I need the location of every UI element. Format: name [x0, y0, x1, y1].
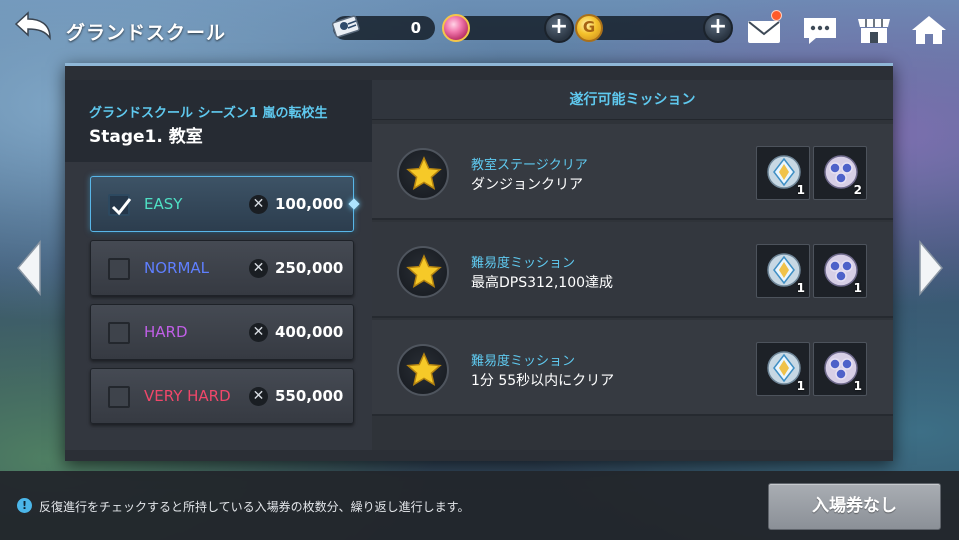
reward-orbs[interactable]: 2 — [813, 146, 867, 200]
chat-button[interactable] — [800, 12, 840, 48]
home-icon — [912, 16, 946, 44]
stage-header: グランドスクール シーズン1 嵐の転校生 Stage1. 教室 — [65, 80, 372, 162]
reward-quantity: 1 — [796, 183, 805, 197]
gold-counter: G + — [575, 13, 733, 43]
stage-name: Stage1. 教室 — [89, 127, 203, 147]
back-arrow-icon — [14, 11, 51, 41]
reward-quantity: 1 — [853, 281, 862, 295]
home-button[interactable] — [909, 12, 949, 48]
season-name: グランドスクール シーズン1 嵐の転校生 — [89, 106, 328, 121]
mission-category: 難易度ミッション — [471, 256, 576, 271]
cost-multiplier-icon: ✕ — [249, 387, 268, 406]
reward-quantity: 1 — [853, 379, 862, 393]
star-icon — [406, 254, 442, 288]
mission-item: 難易度ミッション 最高DPS312,100達成 1 1 — [372, 222, 893, 318]
next-stage-arrow[interactable] — [916, 239, 946, 297]
reward-quantity: 1 — [796, 379, 805, 393]
reward-quantity: 1 — [796, 281, 805, 295]
reward-crystal[interactable]: 1 — [756, 146, 810, 200]
ticket-count: 0 — [410, 19, 421, 37]
difficulty-very-hard[interactable]: VERY HARD ✕ 550,000 — [90, 368, 354, 424]
checkmark-icon — [111, 198, 132, 216]
difficulty-checkbox[interactable] — [108, 322, 130, 344]
gold-coin-icon: G — [575, 14, 603, 42]
difficulty-label: VERY HARD — [144, 387, 231, 405]
cost-multiplier-icon: ✕ — [249, 323, 268, 342]
mission-description: 最高DPS312,100達成 — [471, 275, 614, 291]
star-icon — [406, 156, 442, 190]
reward-crystal[interactable]: 1 — [756, 342, 810, 396]
mission-description: ダンジョンクリア — [471, 177, 583, 193]
back-button[interactable] — [12, 10, 56, 46]
chevron-right-icon — [919, 239, 943, 297]
cost-multiplier-icon: ✕ — [249, 259, 268, 278]
mission-category: 教室ステージクリア — [471, 158, 588, 173]
difficulty-cost: 100,000 — [275, 195, 344, 213]
info-icon: ! — [17, 498, 32, 513]
difficulty-label: NORMAL — [144, 259, 210, 277]
mission-item: 難易度ミッション 1分 55秒以内にクリア 1 1 — [372, 320, 893, 416]
difficulty-label: EASY — [144, 195, 183, 213]
add-gold-button[interactable]: + — [703, 13, 733, 43]
ticket-icon — [331, 15, 360, 38]
difficulty-checkbox[interactable] — [108, 386, 130, 408]
difficulty-easy[interactable]: EASY ✕ 100,000 — [90, 176, 360, 232]
chevron-left-icon — [17, 239, 41, 297]
reward-crystal[interactable]: 1 — [756, 244, 810, 298]
reward-quantity: 2 — [853, 183, 862, 197]
dungeon-panel: グランドスクール シーズン1 嵐の転校生 Stage1. 教室 EASY ✕ 1… — [65, 63, 893, 461]
star-icon — [406, 352, 442, 386]
star-badge — [397, 246, 449, 298]
difficulty-column: グランドスクール シーズン1 嵐の転校生 Stage1. 教室 EASY ✕ 1… — [65, 80, 372, 450]
difficulty-checkbox[interactable] — [108, 258, 130, 280]
difficulty-checkbox[interactable] — [108, 194, 132, 216]
gem-counter: + — [442, 13, 574, 43]
mission-title: 遂行可能ミッション — [569, 92, 696, 108]
difficulty-cost: 250,000 — [275, 259, 344, 277]
enter-button[interactable]: 入場券なし — [768, 483, 941, 530]
bottom-bar: ! 反復進行をチェックすると所持している入場券の枚数分、繰り返し進行します。 入… — [0, 471, 959, 540]
reward-orbs[interactable]: 1 — [813, 244, 867, 298]
star-badge — [397, 344, 449, 396]
difficulty-hard[interactable]: HARD ✕ 400,000 — [90, 304, 354, 360]
add-gem-button[interactable]: + — [544, 13, 574, 43]
difficulty-normal[interactable]: NORMAL ✕ 250,000 — [90, 240, 354, 296]
cost-multiplier-icon: ✕ — [249, 195, 268, 214]
gem-icon — [442, 14, 470, 42]
mission-category: 難易度ミッション — [471, 354, 576, 369]
mail-button[interactable] — [744, 10, 784, 48]
shop-button[interactable] — [854, 12, 894, 48]
prev-stage-arrow[interactable] — [14, 239, 44, 297]
chat-icon — [804, 18, 836, 44]
mission-column: 遂行可能ミッション 教室ステージクリア ダンジョンクリア 1 2 難易度ミッショ… — [372, 80, 893, 450]
mission-description: 1分 55秒以内にクリア — [471, 373, 615, 389]
selection-sparkle — [348, 198, 360, 210]
page-title: グランドスクール — [66, 22, 227, 44]
reward-orbs[interactable]: 1 — [813, 342, 867, 396]
difficulty-label: HARD — [144, 323, 188, 341]
ticket-counter: 0 — [331, 15, 435, 40]
notification-dot — [771, 10, 782, 21]
repeat-info-text: 反復進行をチェックすると所持している入場券の枚数分、繰り返し進行します。 — [39, 500, 470, 514]
shop-icon — [858, 19, 890, 43]
difficulty-cost: 400,000 — [275, 323, 344, 341]
mission-item: 教室ステージクリア ダンジョンクリア 1 2 — [372, 124, 893, 220]
star-badge — [397, 148, 449, 200]
mission-header: 遂行可能ミッション — [372, 80, 893, 120]
top-bar: グランドスクール 0 + G + — [0, 0, 959, 58]
difficulty-cost: 550,000 — [275, 387, 344, 405]
enter-button-label: 入場券なし — [812, 496, 897, 516]
